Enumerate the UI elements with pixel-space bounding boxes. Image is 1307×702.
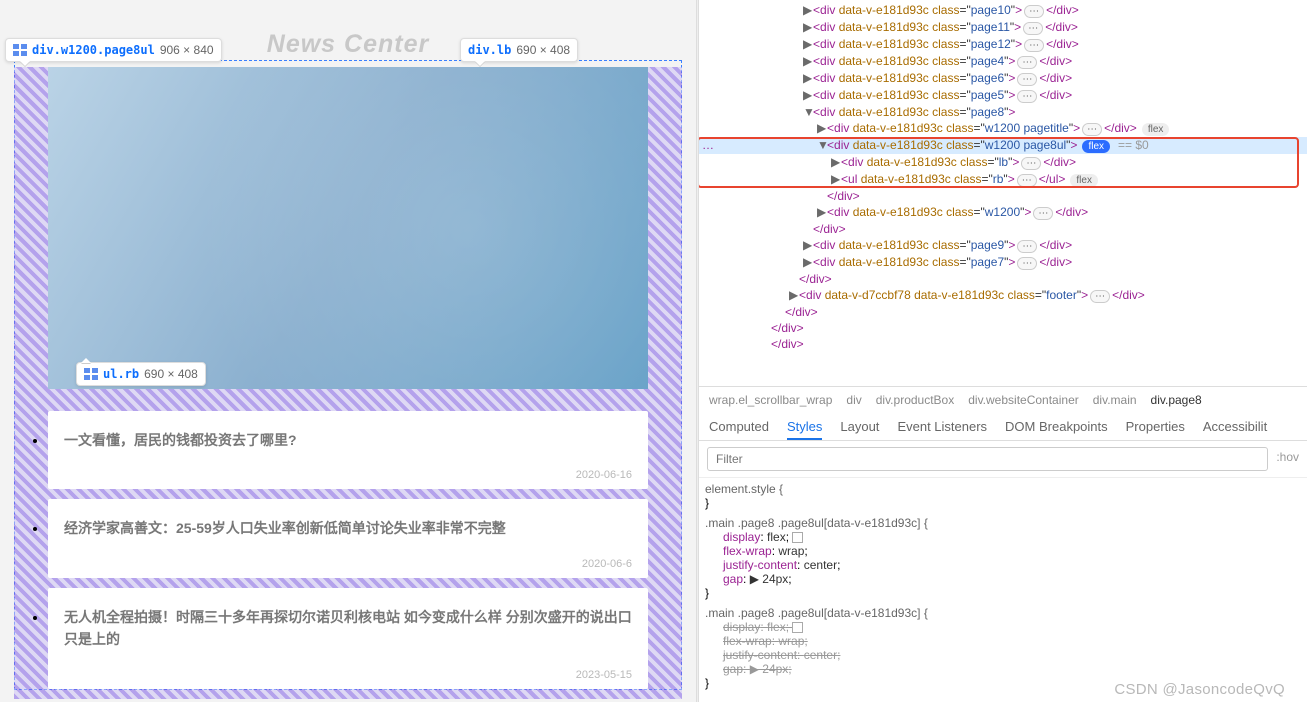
hov-toggle[interactable]: :hov: [1276, 447, 1299, 471]
dom-row[interactable]: ▶<ul data-v-e181d93c class="rb">⋯</ul>fl…: [699, 171, 1307, 188]
tab-dom-breakpoints[interactable]: DOM Breakpoints: [1005, 419, 1108, 434]
dom-row[interactable]: ▶<div data-v-e181d93c class="page7">⋯</d…: [699, 254, 1307, 271]
tab-layout[interactable]: Layout: [840, 419, 879, 434]
list-item[interactable]: 一文看懂，居民的钱都投资去了哪里? 2020-06-16: [48, 411, 648, 489]
dom-row[interactable]: </div>: [699, 188, 1307, 204]
styles-tabs[interactable]: Computed Styles Layout Event Listeners D…: [699, 413, 1307, 441]
flex-icon: [13, 44, 27, 56]
breadcrumb[interactable]: wrap.el_scrollbar_wrap div div.productBo…: [699, 386, 1307, 413]
dom-row[interactable]: ▶<div data-v-e181d93c class="page4">⋯</d…: [699, 53, 1307, 70]
inspect-tooltip-container: div.w1200.page8ul 906 × 840: [5, 38, 222, 62]
dom-row[interactable]: ▶<div data-v-e181d93c class="page10">⋯</…: [699, 2, 1307, 19]
dom-row[interactable]: </div>: [699, 320, 1307, 336]
dom-row[interactable]: ▶<div data-v-e181d93c class="page5">⋯</d…: [699, 87, 1307, 104]
dom-row[interactable]: ▶<div data-v-e181d93c class="page9">⋯</d…: [699, 237, 1307, 254]
rb-list: 一文看懂，居民的钱都投资去了哪里? 2020-06-16 经济学家高善文：25-…: [48, 409, 648, 699]
tab-computed[interactable]: Computed: [709, 419, 769, 434]
dom-row[interactable]: </div>: [699, 336, 1307, 352]
dom-row-selected[interactable]: …▼<div data-v-e181d93c class="w1200 page…: [699, 137, 1307, 154]
list-item[interactable]: 无人机全程拍摄！时隔三十多年再探切尔诺贝利核电站 如今变成什么样 分别次盛开的说…: [48, 588, 648, 689]
page-preview[interactable]: News Center div.w1200.page8ul 906 × 840 …: [0, 0, 696, 702]
dom-row[interactable]: ▼<div data-v-e181d93c class="page8">: [699, 104, 1307, 120]
dom-row[interactable]: ▶<div data-v-e181d93c class="w1200">⋯</d…: [699, 204, 1307, 221]
tab-event-listeners[interactable]: Event Listeners: [897, 419, 987, 434]
styles-filter-bar: :hov: [699, 441, 1307, 478]
tab-properties[interactable]: Properties: [1126, 419, 1185, 434]
dom-row[interactable]: ▶<div data-v-d7ccbf78 data-v-e181d93c cl…: [699, 287, 1307, 304]
dom-row[interactable]: ▶<div data-v-e181d93c class="lb">⋯</div>: [699, 154, 1307, 171]
styles-pane[interactable]: element.style {}.main .page8 .page8ul[da…: [699, 478, 1307, 702]
filter-input[interactable]: [707, 447, 1268, 471]
elements-tree[interactable]: ▶<div data-v-e181d93c class="page10">⋯</…: [699, 0, 1307, 386]
flex-icon: [84, 368, 98, 380]
tab-accessibility[interactable]: Accessibilit: [1203, 419, 1267, 434]
dom-row[interactable]: ▶<div data-v-e181d93c class="page6">⋯</d…: [699, 70, 1307, 87]
dom-row[interactable]: </div>: [699, 221, 1307, 237]
inspect-tooltip-rb: ul.rb 690 × 408: [76, 362, 206, 386]
dom-row[interactable]: </div>: [699, 304, 1307, 320]
lb-image[interactable]: [48, 67, 648, 389]
list-item[interactable]: 经济学家高善文：25-59岁人口失业率创新低简单讨论失业率非常不完整 2020-…: [48, 499, 648, 577]
dom-row[interactable]: ▶<div data-v-e181d93c class="page11">⋯</…: [699, 19, 1307, 36]
tab-styles[interactable]: Styles: [787, 419, 822, 440]
dom-row[interactable]: </div>: [699, 271, 1307, 287]
dom-row[interactable]: ▶<div data-v-e181d93c class="w1200 paget…: [699, 120, 1307, 137]
devtools: ▶<div data-v-e181d93c class="page10">⋯</…: [699, 0, 1307, 702]
dom-row[interactable]: ▶<div data-v-e181d93c class="page12">⋯</…: [699, 36, 1307, 53]
inspect-tooltip-lb: div.lb 690 × 408: [460, 38, 578, 62]
